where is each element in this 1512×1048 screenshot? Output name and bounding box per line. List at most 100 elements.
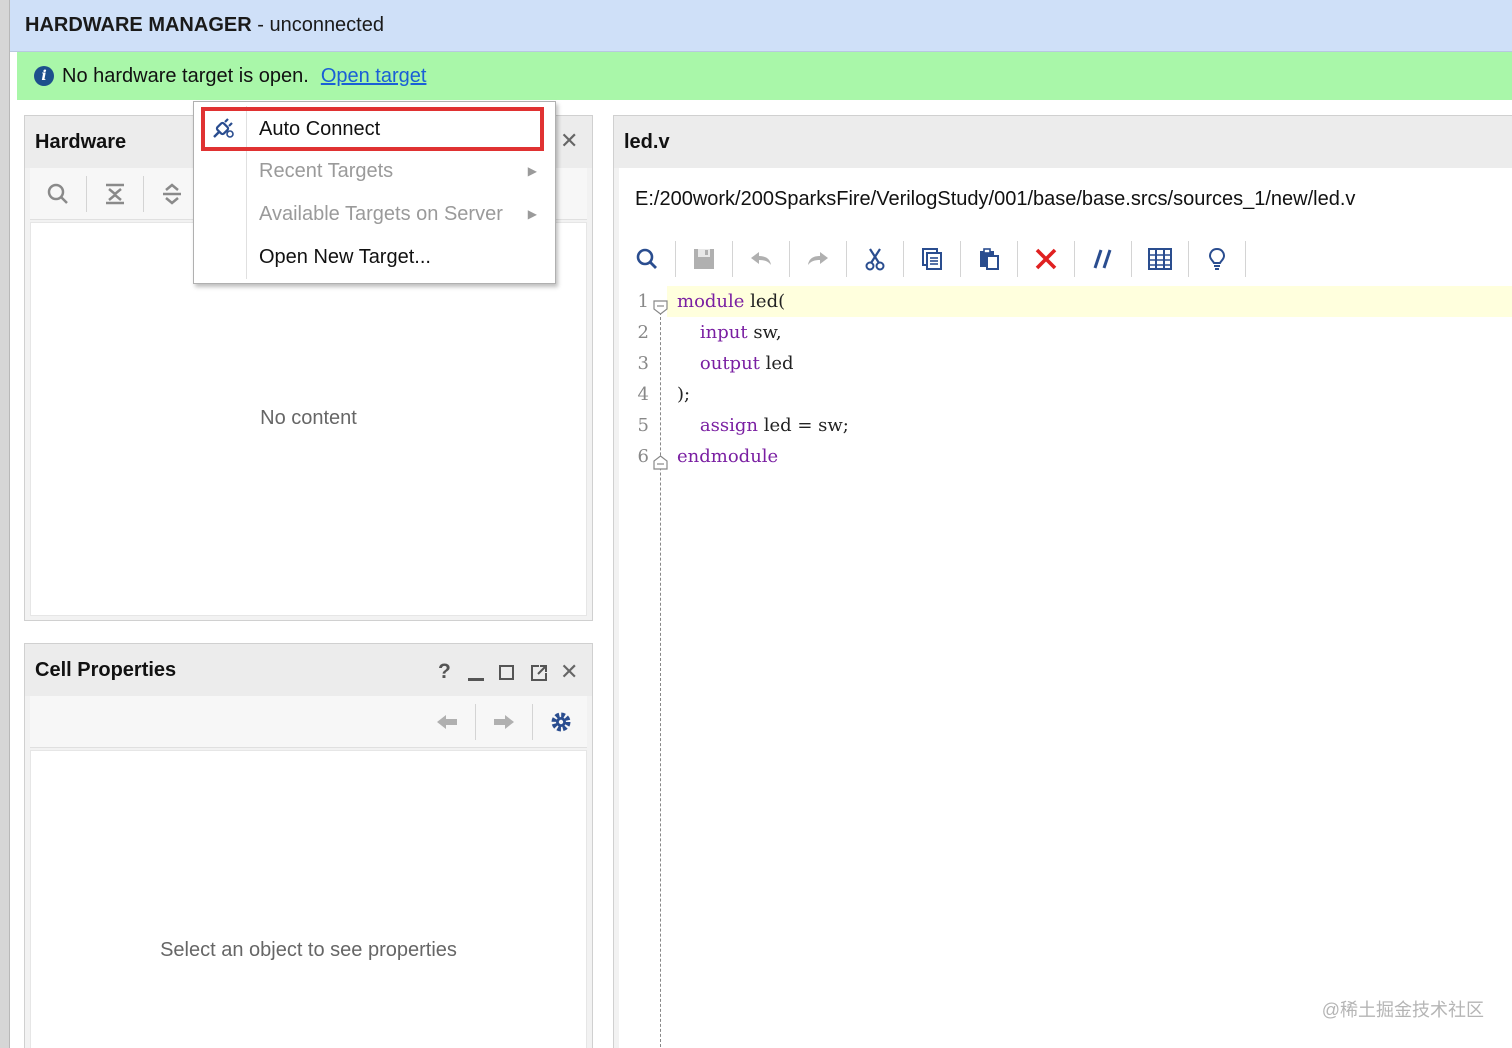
code-text: output led [677, 348, 794, 379]
code-text: assign led = sw; [677, 410, 849, 441]
hardware-manager-titlebar: HARDWARE MANAGER - unconnected [10, 0, 1512, 52]
toolbar-separator [675, 241, 676, 277]
keyword: assign [677, 415, 758, 436]
hardware-no-content: No content [260, 407, 357, 429]
toolbar-separator [1131, 241, 1132, 277]
toolbar-separator [903, 241, 904, 277]
code-line: 5 assign led = sw; [619, 410, 1512, 441]
menu-item-label: Open New Target... [259, 245, 431, 268]
code-line: 2 input sw, [619, 317, 1512, 348]
gear-icon[interactable] [543, 704, 579, 740]
app-root: HARDWARE MANAGER - unconnected i No hard… [0, 0, 1512, 1048]
code-line: 3 output led [619, 348, 1512, 379]
title-bold: HARDWARE MANAGER [25, 14, 252, 36]
menu-item-label: Available Targets on Server [259, 202, 503, 225]
code-text: module led( [677, 286, 785, 317]
code-rest: ); [677, 384, 691, 405]
toolbar-separator [1074, 241, 1075, 277]
delete-icon[interactable] [1028, 241, 1064, 277]
keyword: endmodule [677, 446, 779, 467]
search-icon[interactable] [629, 241, 665, 277]
code-text: ); [677, 379, 690, 410]
line-number: 6 [637, 446, 649, 467]
toolbar-separator [789, 241, 790, 277]
hardware-close-icon[interactable]: ✕ [560, 130, 578, 152]
info-icon: i [34, 66, 54, 86]
cell-properties-title: Cell Properties [35, 658, 177, 681]
columns-icon[interactable] [1142, 241, 1178, 277]
editor-tab-header: led.v [614, 116, 1512, 168]
toolbar-separator [846, 241, 847, 277]
keyword: output [677, 353, 760, 374]
editor-tab-title[interactable]: led.v [624, 131, 670, 154]
line-number: 4 [637, 384, 649, 405]
watermark-text: @稀土掘金技术社区 [1321, 1000, 1484, 1020]
maximize-icon[interactable] [499, 665, 514, 680]
toolbar-separator [1245, 241, 1246, 277]
line-number: 3 [637, 353, 649, 374]
open-target-menu: Auto Connect Recent Targets ▶ Available … [193, 101, 556, 284]
menu-item-label: Recent Targets [259, 159, 394, 182]
toolbar-separator [732, 241, 733, 277]
hardware-panel-title: Hardware [35, 130, 127, 153]
menu-item-recent-targets[interactable]: Recent Targets ▶ [194, 151, 555, 191]
banner-message: No hardware target is open. [62, 64, 309, 87]
save-icon[interactable] [686, 241, 722, 277]
cell-properties-panel: Cell Properties ? ✕ Select an object to … [24, 643, 593, 1048]
menu-item-open-new-target[interactable]: Open New Target... [194, 237, 555, 277]
code-area[interactable]: 1 module led( 2 input sw, 3 output led 4… [619, 286, 1512, 1048]
highlight-box [201, 107, 544, 151]
cut-icon[interactable] [857, 241, 893, 277]
editor-body: E:/200work/200SparksFire/VerilogStudy/00… [619, 168, 1512, 1048]
forward-icon[interactable] [486, 704, 522, 740]
title-status: - unconnected [251, 14, 384, 36]
menu-item-available-targets[interactable]: Available Targets on Server ▶ [194, 194, 555, 234]
open-target-link[interactable]: Open target [321, 65, 427, 88]
code-line: 6 endmodule [619, 441, 1512, 472]
float-icon[interactable] [530, 664, 548, 687]
file-path: E:/200work/200SparksFire/VerilogStudy/00… [635, 188, 1356, 210]
code-line: 1 module led( [619, 286, 1512, 317]
code-line: 4 ); [619, 379, 1512, 410]
minimize-icon[interactable] [468, 678, 484, 681]
line-number: 5 [637, 415, 649, 436]
code-text: endmodule [677, 441, 778, 472]
left-edge-strip [0, 0, 10, 1048]
fold-end-icon[interactable] [653, 449, 668, 470]
comment-icon[interactable] [1085, 241, 1121, 277]
toolbar-separator [1188, 241, 1189, 277]
toolbar-separator [1017, 241, 1018, 277]
keyword: module [677, 291, 745, 312]
cell-properties-content: Select an object to see properties [30, 750, 587, 1048]
close-icon[interactable]: ✕ [560, 661, 578, 683]
collapse-all-icon[interactable] [97, 176, 133, 212]
cell-properties-toolbar [30, 696, 587, 748]
keyword: input [677, 322, 748, 343]
paste-icon[interactable] [971, 241, 1007, 277]
redo-icon[interactable] [800, 241, 836, 277]
lightbulb-icon[interactable] [1199, 241, 1235, 277]
toolbar-separator [532, 703, 533, 740]
line-number: 2 [637, 322, 649, 343]
editor-panel: led.v E:/200work/200SparksFire/VerilogSt… [613, 115, 1512, 1048]
expand-all-icon[interactable] [154, 176, 190, 212]
toolbar-separator [960, 241, 961, 277]
back-icon[interactable] [429, 704, 465, 740]
toolbar-separator [86, 175, 87, 212]
toolbar-separator [143, 175, 144, 212]
line-number: 1 [637, 291, 649, 312]
submenu-arrow-icon: ▶ [527, 164, 537, 178]
no-target-banner: i No hardware target is open. Open targe… [17, 52, 1512, 100]
code-rest: led = sw; [757, 415, 849, 436]
copy-icon[interactable] [914, 241, 950, 277]
submenu-arrow-icon: ▶ [527, 207, 537, 221]
code-rest: sw, [747, 322, 782, 343]
toolbar-separator [475, 703, 476, 740]
code-text: input sw, [677, 317, 782, 348]
help-icon[interactable]: ? [438, 660, 451, 684]
editor-toolbar [619, 234, 1512, 284]
code-rest: led [759, 353, 794, 374]
search-icon[interactable] [40, 176, 76, 212]
fold-collapse-icon[interactable] [653, 294, 668, 315]
undo-icon[interactable] [743, 241, 779, 277]
